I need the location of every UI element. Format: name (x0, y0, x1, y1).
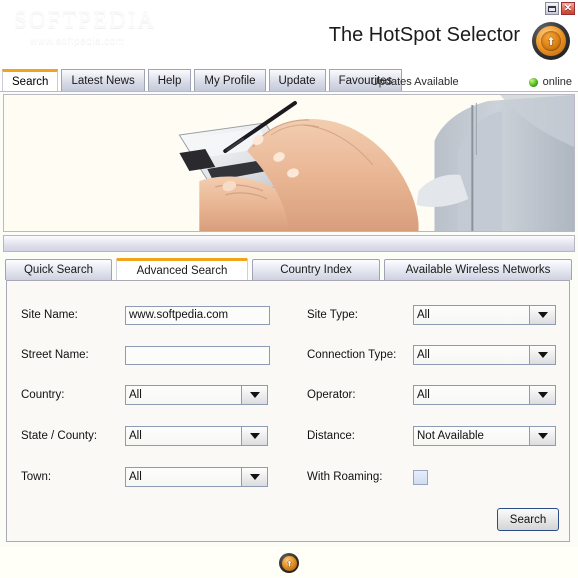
street-name-input[interactable] (125, 345, 270, 365)
chevron-down-icon[interactable] (242, 385, 268, 405)
field-label-street-name: Street Name: (21, 349, 89, 361)
status-bar (0, 547, 578, 578)
close-icon: ✕ (563, 2, 573, 14)
status-logo-ring (281, 555, 297, 571)
watermark-title: SOFTPEDIA (14, 8, 156, 33)
subtab-available-wireless-networks[interactable]: Available Wireless Networks (384, 259, 572, 280)
field-label-country: Country: (21, 389, 65, 401)
subtab-advanced-search[interactable]: Advanced Search (116, 258, 248, 280)
connection-type-dropdown[interactable]: All (413, 345, 556, 365)
site-type-dropdown[interactable]: All (413, 305, 556, 325)
country-dropdown[interactable]: All (125, 385, 268, 405)
subtab-label: Country Index (280, 264, 352, 276)
field-label-operator: Operator: (307, 389, 356, 401)
subtab-label: Available Wireless Networks (405, 264, 551, 276)
tab-label: My Profile (204, 74, 256, 87)
tab-label: Update (278, 74, 316, 87)
field-label-connection-type: Connection Type: (307, 349, 397, 361)
tab-latest-news[interactable]: Latest News (61, 69, 145, 91)
field-operator: Operator: All (307, 385, 556, 405)
close-button[interactable]: ✕ (561, 2, 575, 15)
town-dropdown-value: All (125, 467, 242, 487)
advanced-search-form: Site Name: Street Name: Country: All Sta… (6, 280, 570, 542)
subtab-quick-search[interactable]: Quick Search (5, 259, 112, 280)
logo-outer-ring (536, 26, 566, 56)
banner-image (3, 94, 575, 232)
tab-help[interactable]: Help (147, 69, 192, 91)
with-roaming-checkbox[interactable] (413, 469, 428, 485)
tab-update[interactable]: Update (268, 69, 326, 91)
field-town: Town: All (21, 467, 268, 487)
online-indicator-icon (528, 77, 538, 87)
field-state-county: State / County: All (21, 426, 268, 446)
search-tab-bar: Quick Search Advanced Search Country Ind… (5, 258, 578, 280)
field-country: Country: All (21, 385, 268, 405)
chevron-down-icon[interactable] (530, 345, 556, 365)
connection-status: online (528, 76, 572, 88)
connection-status-label: online (542, 76, 572, 88)
field-label-town: Town: (21, 471, 52, 483)
hotspot-logo-icon (279, 553, 299, 573)
subtab-country-index[interactable]: Country Index (252, 259, 380, 280)
field-with-roaming: With Roaming: (307, 467, 428, 487)
main-tab-bar: Search Latest News Help My Profile Updat… (0, 68, 578, 92)
operator-dropdown-value: All (413, 385, 530, 405)
town-dropdown[interactable]: All (125, 467, 268, 487)
chevron-down-icon[interactable] (530, 385, 556, 405)
tab-my-profile[interactable]: My Profile (194, 69, 266, 91)
field-distance: Distance: Not Available (307, 426, 556, 446)
header-status-area: Updates Available online (371, 76, 572, 88)
field-site-type: Site Type: All (307, 305, 556, 325)
site-type-dropdown-value: All (413, 305, 530, 325)
tab-label: Latest News (71, 74, 135, 87)
application-window: SOFTPEDIA www.softpedia.com ✕ The HotSpo… (0, 0, 578, 578)
field-label-site-name: Site Name: (21, 309, 78, 321)
field-connection-type: Connection Type: All (307, 345, 556, 365)
field-site-name: Site Name: (21, 305, 270, 325)
restore-icon (548, 5, 556, 12)
state-county-dropdown[interactable]: All (125, 426, 268, 446)
search-button[interactable]: Search (497, 508, 559, 531)
tab-search[interactable]: Search (2, 69, 59, 91)
restore-button[interactable] (545, 2, 559, 15)
title-bar: SOFTPEDIA www.softpedia.com ✕ The HotSpo… (0, 0, 578, 68)
secondary-toolbar (3, 235, 575, 252)
connection-type-dropdown-value: All (413, 345, 530, 365)
watermark-url: www.softpedia.com (30, 36, 125, 47)
field-label-with-roaming: With Roaming: (307, 471, 383, 483)
operator-dropdown[interactable]: All (413, 385, 556, 405)
chevron-down-icon[interactable] (242, 467, 268, 487)
logo-core (541, 31, 561, 51)
state-county-dropdown-value: All (125, 426, 242, 446)
field-label-state-county: State / County: (21, 430, 98, 442)
site-name-input[interactable] (125, 305, 270, 325)
field-label-site-type: Site Type: (307, 309, 358, 321)
field-label-distance: Distance: (307, 430, 355, 442)
subtab-label: Quick Search (23, 264, 94, 276)
updates-available-label[interactable]: Updates Available (371, 76, 459, 88)
tab-label: Help (157, 74, 182, 87)
country-dropdown-value: All (125, 385, 242, 405)
window-controls: ✕ (545, 2, 575, 15)
hotspot-logo-icon (532, 22, 570, 60)
chevron-down-icon[interactable] (530, 426, 556, 446)
chevron-down-icon[interactable] (242, 426, 268, 446)
subtab-label: Advanced Search (136, 264, 228, 277)
distance-dropdown-value: Not Available (413, 426, 530, 446)
tab-label: Search (12, 75, 49, 88)
distance-dropdown[interactable]: Not Available (413, 426, 556, 446)
softpedia-watermark: SOFTPEDIA www.softpedia.com (14, 8, 184, 47)
field-street-name: Street Name: (21, 345, 270, 365)
chevron-down-icon[interactable] (530, 305, 556, 325)
page-title: The HotSpot Selector (328, 24, 520, 46)
